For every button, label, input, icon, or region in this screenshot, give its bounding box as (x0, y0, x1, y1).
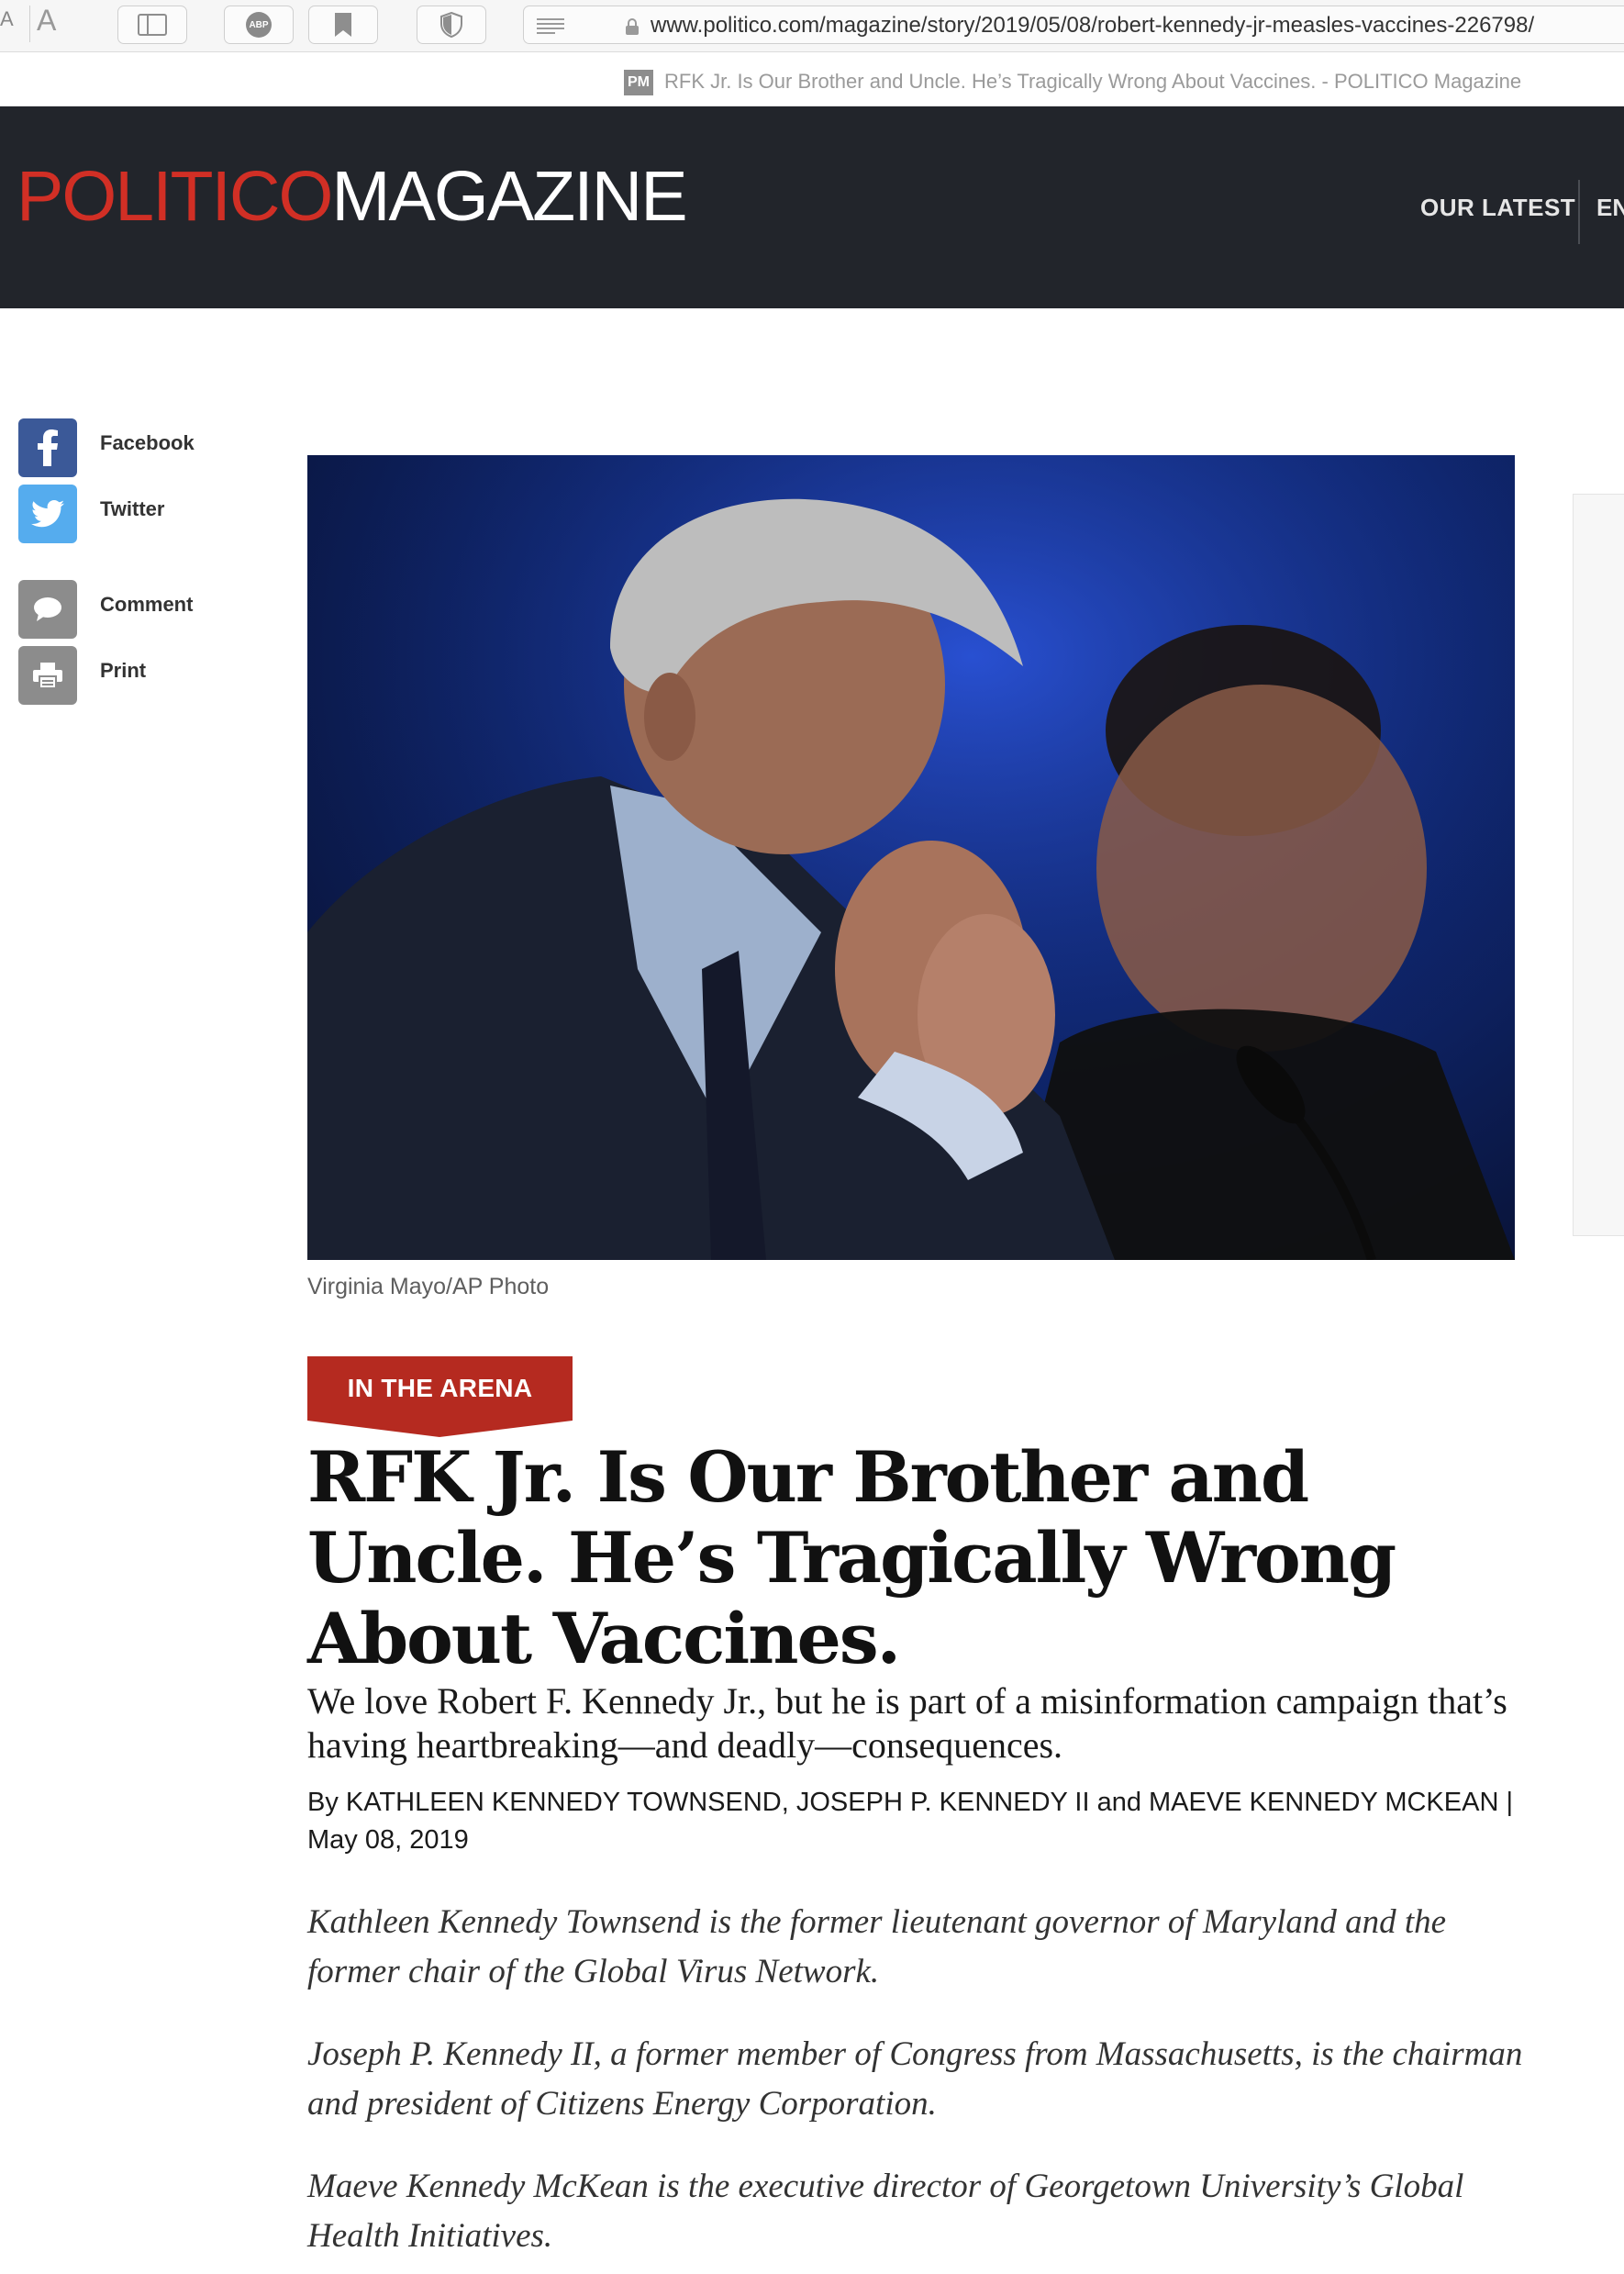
ad-sidebar (1573, 494, 1624, 1236)
print-icon (18, 646, 77, 705)
share-label-print: Print (100, 659, 147, 682)
share-label-comment: Comment (100, 593, 194, 616)
adblock-button[interactable]: ABP (224, 6, 294, 44)
url-text: www.politico.com/magazine/story/2019/05/… (651, 13, 1535, 38)
byline: By KATHLEEN KENNEDY TOWNSEND, JOSEPH P. … (307, 1784, 1537, 1859)
article-dek: We love Robert F. Kennedy Jr., but he is… (307, 1680, 1507, 1766)
author-bio-1: Kathleen Kennedy Townsend is the former … (307, 1903, 1447, 1990)
decrease-font-button[interactable]: A (0, 7, 14, 31)
sidebar-toggle-button[interactable] (117, 6, 187, 44)
increase-font-button[interactable]: A (37, 4, 56, 38)
bookmark-icon (335, 13, 351, 37)
bookmark-button[interactable] (308, 6, 378, 44)
article-headline: RFK Jr. Is Our Brother and Uncle. He’s T… (307, 1436, 1396, 1679)
author-bio-3: Maeve Kennedy McKean is the executive di… (307, 2168, 1464, 2255)
browser-toolbar: A A ABP www.politico.com/magazine/story/… (0, 0, 1624, 52)
author-bio-2: Joseph P. Kennedy II, a former member of… (307, 2035, 1523, 2123)
lock-icon (626, 18, 639, 35)
nav-item-cut-off[interactable]: EN (1596, 194, 1624, 222)
photo-credit: Virginia Mayo/AP Photo (307, 1274, 550, 1299)
sidebar-icon (138, 14, 167, 36)
tab-title[interactable]: RFK Jr. Is Our Brother and Uncle. He’s T… (664, 70, 1521, 94)
comment-icon (18, 580, 77, 639)
kicker-arrow (307, 1421, 573, 1437)
byline-authors[interactable]: By KATHLEEN KENNEDY TOWNSEND, JOSEPH P. … (307, 1788, 1513, 1817)
toolbar-divider (29, 6, 30, 42)
hero-photo (307, 455, 1515, 1260)
facebook-icon (18, 418, 77, 477)
logo-politico: POLITICO (17, 157, 333, 236)
tab-favicon: PM (624, 70, 653, 95)
address-bar[interactable]: www.politico.com/magazine/story/2019/05/… (523, 6, 1624, 44)
politico-magazine-logo[interactable]: POLITICOMAGAZINE (17, 162, 688, 232)
privacy-button[interactable] (417, 6, 486, 44)
share-label-twitter: Twitter (100, 497, 165, 520)
nav-divider (1578, 180, 1580, 244)
section-kicker[interactable]: IN THE ARENA (307, 1356, 573, 1421)
reader-mode-icon[interactable] (537, 17, 564, 34)
nav-our-latest[interactable]: OUR LATEST (1420, 194, 1575, 222)
logo-magazine: MAGAZINE (331, 157, 687, 236)
adblock-icon: ABP (246, 12, 272, 38)
shield-icon (440, 12, 462, 38)
twitter-icon (18, 485, 77, 543)
site-header: POLITICOMAGAZINE OUR LATEST EN (0, 106, 1624, 308)
photo-illustration (307, 455, 1515, 1260)
publish-date: May 08, 2019 (307, 1825, 469, 1855)
share-label-facebook: Facebook (100, 431, 195, 454)
